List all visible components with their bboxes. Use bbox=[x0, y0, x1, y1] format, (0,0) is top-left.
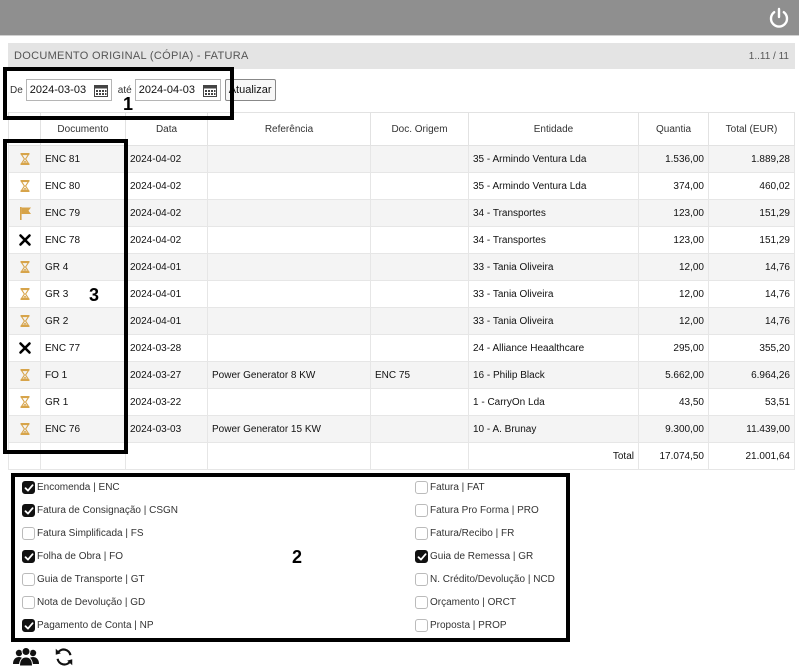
users-icon[interactable] bbox=[12, 646, 40, 668]
page-title: DOCUMENTO ORIGINAL (CÓPIA) - FATURA bbox=[14, 50, 249, 62]
date-cell: 2024-03-27 bbox=[125, 361, 208, 389]
amount-cell: 12,00 bbox=[638, 253, 709, 281]
annotation-marker: 2 bbox=[292, 547, 303, 567]
entity-cell: 34 - Transportes bbox=[468, 226, 639, 254]
date-cell: 2024-04-02 bbox=[125, 199, 208, 227]
entity-cell: 33 - Tania Oliveira bbox=[468, 307, 639, 335]
total-cell: 355,20 bbox=[708, 334, 795, 362]
column-header[interactable]: Quantia bbox=[638, 112, 709, 146]
reference-cell bbox=[207, 172, 371, 200]
power-icon[interactable] bbox=[767, 6, 791, 30]
entity-cell: 16 - Philip Black bbox=[468, 361, 639, 389]
entity-cell: 35 - Armindo Ventura Lda bbox=[468, 145, 639, 173]
amount-cell: 1.536,00 bbox=[638, 145, 709, 173]
total-cell: 11.439,00 bbox=[708, 415, 795, 443]
amount-cell: 374,00 bbox=[638, 172, 709, 200]
origin-cell bbox=[370, 388, 469, 416]
reference-cell bbox=[207, 253, 371, 281]
entity-cell: 33 - Tania Oliveira bbox=[468, 280, 639, 308]
total-cell: 151,29 bbox=[708, 226, 795, 254]
origin-cell bbox=[370, 172, 469, 200]
pagination-count: 1..11 / 11 bbox=[748, 50, 789, 62]
footer-actions bbox=[12, 645, 76, 669]
total-cell: 14,76 bbox=[708, 280, 795, 308]
amount-cell: 295,00 bbox=[638, 334, 709, 362]
amount-cell: 123,00 bbox=[638, 199, 709, 227]
total-amount: 21.001,64 bbox=[708, 442, 795, 470]
origin-cell bbox=[370, 253, 469, 281]
reference-cell: Power Generator 15 KW bbox=[207, 415, 371, 443]
origin-cell bbox=[370, 226, 469, 254]
column-header[interactable]: Entidade bbox=[468, 112, 639, 146]
entity-cell: 35 - Armindo Ventura Lda bbox=[468, 172, 639, 200]
reference-cell bbox=[207, 388, 371, 416]
amount-cell: 5.662,00 bbox=[638, 361, 709, 389]
origin-cell bbox=[370, 280, 469, 308]
empty-cell bbox=[370, 442, 469, 470]
date-cell: 2024-03-28 bbox=[125, 334, 208, 362]
origin-cell bbox=[370, 199, 469, 227]
reference-cell bbox=[207, 280, 371, 308]
annotation-marker: 1 bbox=[123, 94, 134, 114]
column-header[interactable]: Doc. Origem bbox=[370, 112, 469, 146]
entity-cell: 24 - Alliance Heaalthcare bbox=[468, 334, 639, 362]
annotation-marker: 3 bbox=[89, 285, 100, 305]
origin-cell bbox=[370, 415, 469, 443]
total-cell: 1.889,28 bbox=[708, 145, 795, 173]
origin-cell bbox=[370, 145, 469, 173]
total-label: Total bbox=[468, 442, 639, 470]
date-cell: 2024-04-01 bbox=[125, 253, 208, 281]
reference-cell: Power Generator 8 KW bbox=[207, 361, 371, 389]
total-cell: 14,76 bbox=[708, 253, 795, 281]
panel-title-bar: DOCUMENTO ORIGINAL (CÓPIA) - FATURA 1..1… bbox=[8, 43, 795, 69]
entity-cell: 1 - CarryOn Lda bbox=[468, 388, 639, 416]
date-cell: 2024-03-22 bbox=[125, 388, 208, 416]
empty-cell bbox=[207, 442, 371, 470]
date-cell: 2024-04-02 bbox=[125, 172, 208, 200]
entity-cell: 10 - A. Brunay bbox=[468, 415, 639, 443]
annotation-box-2 bbox=[11, 473, 570, 642]
total-cell: 53,51 bbox=[708, 388, 795, 416]
annotation-box-1 bbox=[3, 67, 234, 120]
reference-cell bbox=[207, 145, 371, 173]
entity-cell: 34 - Transportes bbox=[468, 199, 639, 227]
total-cell: 460,02 bbox=[708, 172, 795, 200]
origin-cell bbox=[370, 307, 469, 335]
reference-cell bbox=[207, 334, 371, 362]
reference-cell bbox=[207, 307, 371, 335]
refresh-icon[interactable] bbox=[52, 646, 76, 668]
origin-cell bbox=[370, 334, 469, 362]
date-cell: 2024-04-02 bbox=[125, 145, 208, 173]
entity-cell: 33 - Tania Oliveira bbox=[468, 253, 639, 281]
amount-cell: 12,00 bbox=[638, 280, 709, 308]
origin-cell: ENC 75 bbox=[370, 361, 469, 389]
reference-cell bbox=[207, 226, 371, 254]
amount-cell: 12,00 bbox=[638, 307, 709, 335]
total-cell: 151,29 bbox=[708, 199, 795, 227]
date-cell: 2024-03-03 bbox=[125, 415, 208, 443]
date-cell: 2024-04-01 bbox=[125, 307, 208, 335]
top-bar bbox=[0, 0, 799, 36]
amount-cell: 43,50 bbox=[638, 388, 709, 416]
date-cell: 2024-04-02 bbox=[125, 226, 208, 254]
total-cell: 6.964,26 bbox=[708, 361, 795, 389]
amount-cell: 9.300,00 bbox=[638, 415, 709, 443]
annotation-box-3 bbox=[3, 139, 128, 454]
total-cell: 14,76 bbox=[708, 307, 795, 335]
date-cell: 2024-04-01 bbox=[125, 280, 208, 308]
amount-cell: 123,00 bbox=[638, 226, 709, 254]
empty-cell bbox=[125, 442, 208, 470]
reference-cell bbox=[207, 199, 371, 227]
total-quantity: 17.074,50 bbox=[638, 442, 709, 470]
column-header[interactable]: Total (EUR) bbox=[708, 112, 795, 146]
